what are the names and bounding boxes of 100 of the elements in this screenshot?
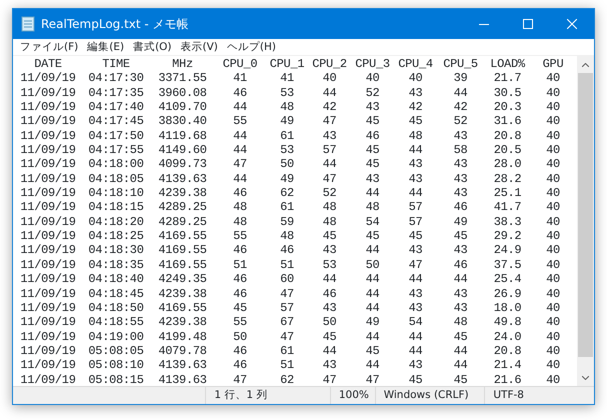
log-value-text: 4249.35 [157, 272, 208, 286]
menu-item[interactable]: ヘルプ(H) [224, 39, 282, 55]
column-header-text: CPU_0 [222, 57, 258, 72]
log-value-text: 41 [232, 71, 248, 86]
log-value-text: 48 [279, 229, 295, 244]
log-value-text: 62 [279, 186, 295, 200]
log-value-text: 11/09/19 [19, 272, 77, 286]
log-value-text: 43 [364, 172, 380, 186]
log-value-text: 43 [452, 172, 468, 186]
log-value-text: 48 [279, 100, 295, 114]
log-value-text: 44 [322, 157, 338, 172]
log-value-text: 28.0 [492, 157, 522, 172]
log-value-text: 05:08:05 [87, 344, 145, 358]
log-value-text: 04:18:30 [87, 243, 145, 258]
log-value-text: 40 [545, 157, 561, 172]
log-value-text: 45 [364, 344, 380, 358]
log-value-text: 52 [322, 186, 338, 200]
log-value-text: 43 [408, 86, 424, 100]
log-value-text: 57 [408, 214, 424, 230]
log-value-text: 39 [452, 71, 468, 86]
log-value-text: 4109.70 [157, 100, 208, 114]
log-value-text: 04:17:30 [87, 71, 145, 86]
log-value-text: 11/09/19 [19, 143, 77, 158]
log-value-text: 48 [232, 214, 248, 230]
log-value-text: 40 [545, 315, 561, 330]
menu-item[interactable]: ファイル(F) [17, 39, 84, 55]
log-value-text: 46 [232, 272, 248, 286]
log-value-text: 62 [279, 372, 295, 386]
log-value-text: 44 [452, 358, 468, 373]
log-value-text: 4139.63 [157, 372, 208, 386]
log-value-text: 11/09/19 [19, 258, 77, 272]
log-value-text: 44 [408, 186, 424, 200]
log-value-text: 44 [408, 272, 424, 286]
log-value-text: 46 [232, 186, 248, 200]
log-value-text: 40 [545, 286, 561, 301]
maximize-icon[interactable] [523, 19, 533, 29]
log-value-text: 47 [408, 258, 424, 272]
log-value-text: 44 [364, 330, 380, 344]
log-value-text: 4289.25 [157, 200, 208, 215]
log-value-text: 53 [322, 258, 338, 272]
log-value-text: 04:18:40 [87, 272, 145, 286]
log-value-text: 4149.60 [157, 143, 208, 158]
log-value-text: 45 [364, 114, 380, 129]
log-value-text: 40 [545, 172, 561, 186]
log-value-text: 49 [452, 214, 468, 230]
log-value-text: 40 [322, 71, 338, 86]
log-value-text: 45 [408, 372, 424, 386]
log-value-text: 42 [322, 100, 338, 114]
log-value-text: 40 [545, 186, 561, 200]
log-value-text: 49 [279, 114, 295, 129]
vertical-scrollbar[interactable] [577, 56, 594, 386]
log-value-text: 29.2 [492, 229, 522, 244]
log-value-text: 61 [279, 344, 295, 358]
log-value-text: 3960.08 [157, 86, 208, 100]
log-value-text: 04:17:35 [87, 86, 145, 100]
column-header-text: GPU [542, 57, 564, 72]
log-value-text: 40 [545, 300, 561, 316]
log-value-text: 55 [232, 114, 248, 129]
log-value-text: 04:18:25 [87, 229, 145, 244]
menu-item[interactable]: 表示(V) [178, 39, 224, 55]
log-value-text: 40 [545, 258, 561, 272]
log-value-text: 59 [279, 214, 295, 230]
log-value-text: 45 [408, 229, 424, 244]
log-value-text: 44 [408, 344, 424, 358]
log-value-text: 43 [408, 172, 424, 186]
log-value-text: 20.8 [492, 344, 522, 358]
log-value-text: 46 [279, 243, 295, 258]
log-value-text: 25.4 [492, 272, 522, 286]
log-value-text: 44 [232, 100, 248, 114]
log-value-text: 46 [232, 243, 248, 258]
close-icon[interactable] [567, 19, 577, 29]
column-header-text: LOAD% [489, 57, 526, 72]
log-value-text: 45 [364, 229, 380, 244]
log-value-text: 11/09/19 [19, 214, 77, 230]
scroll-thumb[interactable] [578, 73, 593, 357]
log-value-text: 41.7 [492, 200, 522, 215]
log-value-text: 11/09/19 [19, 200, 77, 215]
log-value-text: 04:18:55 [87, 315, 145, 330]
log-value-text: 44 [364, 272, 380, 286]
log-value-text: 48 [452, 315, 468, 330]
log-value-text: 4169.55 [157, 243, 208, 258]
log-value-text: 53 [279, 143, 295, 158]
log-value-text: 47 [322, 172, 338, 186]
menu-item[interactable]: 編集(E) [84, 39, 130, 55]
log-value-text: 3830.40 [157, 114, 208, 129]
log-value-text: 58 [452, 143, 468, 158]
log-value-text: 57 [279, 300, 295, 316]
log-value-text: 18.0 [492, 300, 522, 316]
log-value-text: 67 [279, 315, 295, 330]
log-value-text: 46 [232, 358, 248, 373]
log-value-text: 45 [322, 229, 338, 244]
log-value-text: 40 [545, 330, 561, 344]
status-text: UTF-8 [493, 389, 524, 401]
log-value-text: 50 [279, 157, 295, 172]
status-text: 100% [338, 389, 369, 401]
log-value-text: 04:18:00 [87, 157, 145, 172]
menu-item[interactable]: 書式(O) [130, 39, 178, 55]
log-value-text: 04:17:50 [87, 128, 145, 144]
log-value-text: 43 [452, 300, 468, 316]
log-value-text: 57 [322, 143, 338, 158]
